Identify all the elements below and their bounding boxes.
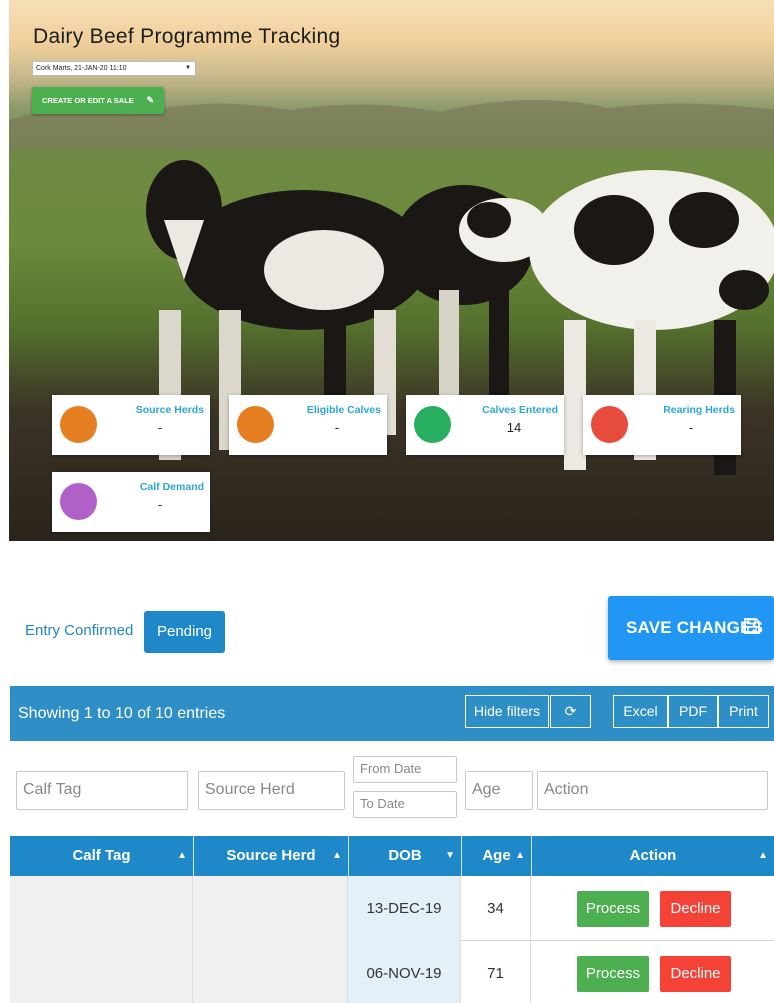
stat-card-eligible-calves: Eligible Calves - xyxy=(229,395,387,455)
table-row: 06-NOV-19 71 Process Decline xyxy=(10,941,774,1003)
to-date-filter[interactable]: To Date xyxy=(353,791,457,818)
stat-card-calves-entered: Calves Entered 14 xyxy=(406,395,564,455)
stat-label: Rearing Herds xyxy=(663,404,735,416)
column-header-source-herd[interactable]: Source Herd ▲ xyxy=(193,836,348,876)
create-edit-sale-label: CREATE OR EDIT A SALE xyxy=(42,96,134,105)
cell-source-herd xyxy=(193,941,348,1003)
cell-age: 71 xyxy=(461,941,531,1003)
from-date-filter[interactable]: From Date xyxy=(353,756,457,783)
cell-dob: 13-DEC-19 xyxy=(348,876,461,941)
column-label: DOB xyxy=(388,847,422,864)
stat-value: - xyxy=(688,420,694,435)
sort-down-icon: ▼ xyxy=(445,850,455,861)
column-header-calf-tag[interactable]: Calf Tag ▲ xyxy=(10,836,193,876)
stat-label: Source Herds xyxy=(135,404,204,416)
table-row: 13-DEC-19 34 Process Decline xyxy=(10,876,774,941)
save-changes-label: SAVE CHANGES xyxy=(626,618,764,637)
hero-banner: Dairy Beef Programme Tracking Cork Marts… xyxy=(9,0,774,541)
calf-tag-filter[interactable]: Calf Tag xyxy=(16,771,188,810)
stat-value: 14 xyxy=(506,420,522,435)
sale-select[interactable]: Cork Marts, 21-JAN-20 11:10 ▼ xyxy=(32,61,196,76)
floppy-disk-icon xyxy=(744,618,760,634)
source-herd-filter[interactable]: Source Herd xyxy=(198,771,345,810)
entries-count: Showing 1 to 10 of 10 entries xyxy=(18,705,226,722)
stat-dot-icon xyxy=(237,406,274,443)
stat-card-rearing-herds: Rearing Herds - xyxy=(583,395,741,455)
cell-calf-tag xyxy=(10,876,193,941)
save-changes-button[interactable]: SAVE CHANGES xyxy=(608,596,774,660)
stat-dot-icon xyxy=(591,406,628,443)
stat-label: Calf Demand xyxy=(139,481,204,493)
column-header-dob[interactable]: DOB ▼ xyxy=(348,836,461,876)
sort-up-icon: ▲ xyxy=(177,850,187,861)
cell-age: 34 xyxy=(461,876,531,941)
column-label: Age xyxy=(482,847,511,864)
sort-up-icon: ▲ xyxy=(758,850,768,861)
stat-label: Calves Entered xyxy=(482,404,558,416)
sale-select-value: Cork Marts, 21-JAN-20 11:10 xyxy=(36,65,127,72)
refresh-button[interactable]: ⟳ xyxy=(550,695,591,728)
stat-dot-icon xyxy=(60,483,97,520)
refresh-icon: ⟳ xyxy=(564,703,577,719)
cell-dob: 06-NOV-19 xyxy=(348,941,461,1003)
decline-button[interactable]: Decline xyxy=(660,891,731,927)
caret-down-icon: ▼ xyxy=(185,65,191,71)
stat-dot-icon xyxy=(60,406,97,443)
tab-pending[interactable]: Pending xyxy=(144,611,225,653)
hide-filters-button[interactable]: Hide filters xyxy=(465,695,549,728)
stat-card-calf-demand: Calf Demand - xyxy=(52,472,210,532)
column-label: Source Herd xyxy=(226,847,316,864)
column-label: Action xyxy=(629,847,677,864)
cell-action: Process Decline xyxy=(531,876,774,941)
column-header-age[interactable]: Age ▲ xyxy=(461,836,531,876)
sort-up-icon: ▲ xyxy=(515,850,525,861)
stat-card-source-herds: Source Herds - xyxy=(52,395,210,455)
table-toolbar: Showing 1 to 10 of 10 entries Hide filte… xyxy=(10,686,774,741)
column-header-action[interactable]: Action ▲ xyxy=(531,836,774,876)
cell-action: Process Decline xyxy=(531,941,774,1003)
stat-dot-icon xyxy=(414,406,451,443)
tab-entry-confirmed[interactable]: Entry Confirmed xyxy=(25,622,133,639)
cell-calf-tag xyxy=(10,941,193,1003)
pdf-button[interactable]: PDF xyxy=(668,695,718,728)
stat-label: Eligible Calves xyxy=(306,404,381,416)
page-title: Dairy Beef Programme Tracking xyxy=(33,25,341,48)
print-button[interactable]: Print xyxy=(718,695,769,728)
table-header: Calf Tag ▲ Source Herd ▲ DOB ▼ Age ▲ Act… xyxy=(10,836,774,876)
stat-value: - xyxy=(157,497,163,512)
stat-value: - xyxy=(334,420,340,435)
pencil-icon: ✎ xyxy=(146,95,154,105)
process-button[interactable]: Process xyxy=(577,956,649,992)
action-filter[interactable]: Action xyxy=(537,771,768,810)
process-button[interactable]: Process xyxy=(577,891,649,927)
age-filter[interactable]: Age xyxy=(465,771,533,810)
cell-source-herd xyxy=(193,876,348,941)
excel-button[interactable]: Excel xyxy=(613,695,668,728)
stat-value: - xyxy=(157,420,163,435)
sort-up-icon: ▲ xyxy=(332,850,342,861)
decline-button[interactable]: Decline xyxy=(660,956,731,992)
column-label: Calf Tag xyxy=(72,847,131,864)
create-edit-sale-button[interactable]: CREATE OR EDIT A SALE ✎ xyxy=(32,87,164,114)
